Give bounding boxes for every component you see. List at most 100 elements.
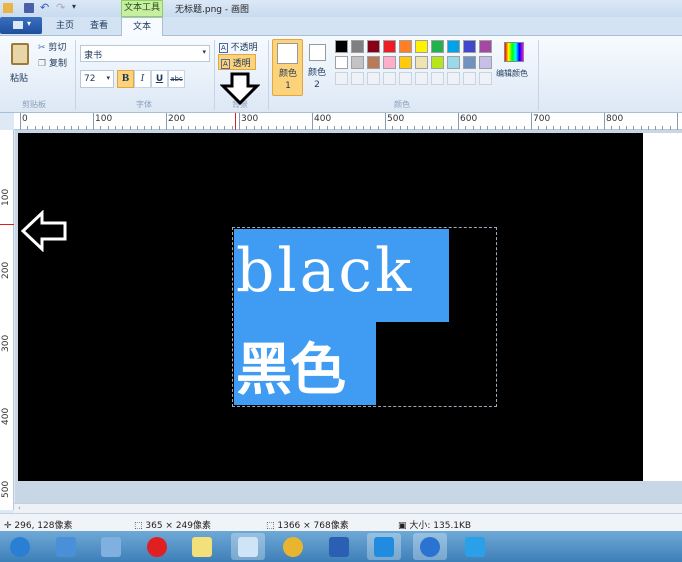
text-a-icon: A xyxy=(219,43,228,53)
color-swatch[interactable] xyxy=(415,40,428,53)
tab-view[interactable]: 查看 xyxy=(84,17,114,36)
color-swatch[interactable] xyxy=(335,40,348,53)
copy-icon: ❐ xyxy=(38,59,47,69)
ruler-label: 400 xyxy=(314,114,332,124)
paint-app-icon[interactable] xyxy=(3,3,13,13)
color-swatch[interactable] xyxy=(479,72,492,85)
color-swatch[interactable] xyxy=(431,56,444,69)
selection-size-value: 365 × 249像素 xyxy=(145,521,211,531)
font-size-select[interactable]: 72 ▾ xyxy=(80,70,114,88)
redo-icon[interactable]: ↷ xyxy=(56,1,65,14)
tab-home[interactable]: 主页 xyxy=(50,17,80,36)
color-swatch[interactable] xyxy=(463,40,476,53)
color-swatch[interactable] xyxy=(399,56,412,69)
color-swatch[interactable] xyxy=(463,56,476,69)
ruler-label: 600 xyxy=(460,114,478,124)
color-swatch[interactable] xyxy=(335,56,348,69)
paint-icon xyxy=(237,536,258,557)
color-swatch[interactable] xyxy=(431,40,444,53)
taskbar-paint-button[interactable] xyxy=(230,533,265,560)
ruler-cursor-marker xyxy=(235,113,236,130)
edit-colors-button[interactable]: 编辑颜色 xyxy=(496,40,536,84)
color-swatch[interactable] xyxy=(399,72,412,85)
color-swatch[interactable] xyxy=(479,56,492,69)
color-swatch[interactable] xyxy=(479,40,492,53)
underline-button[interactable]: U xyxy=(151,70,168,88)
paste-button[interactable]: 粘贴 xyxy=(8,41,34,85)
taskbar-start-button[interactable] xyxy=(3,533,37,560)
color-swatch[interactable] xyxy=(367,56,380,69)
tab-text[interactable]: 文本 xyxy=(121,17,163,37)
taskbar-desktop-button[interactable] xyxy=(49,533,83,560)
menu-icon xyxy=(13,21,23,29)
clipboard-icon xyxy=(11,43,29,65)
ruler-tick xyxy=(312,113,313,130)
taskbar xyxy=(0,531,682,562)
color-swatch[interactable] xyxy=(351,40,364,53)
file-menu-button[interactable]: ▾ xyxy=(0,17,42,34)
undo-icon[interactable]: ↶ xyxy=(40,1,49,14)
ruler-label: 100 xyxy=(1,188,11,206)
transparent-button[interactable]: A 透明 xyxy=(218,54,256,70)
copy-button[interactable]: ❐ 复制 xyxy=(38,56,67,69)
italic-button[interactable]: I xyxy=(134,70,151,88)
color-swatch[interactable] xyxy=(351,72,364,85)
scroll-left-icon[interactable]: ‹ xyxy=(18,504,21,512)
ruler-label: 300 xyxy=(241,114,259,124)
quick-access-dropdown-icon[interactable]: ▾ xyxy=(72,2,76,11)
ruler-label: 800 xyxy=(606,114,624,124)
color-swatch[interactable] xyxy=(367,40,380,53)
color-swatch[interactable] xyxy=(447,40,460,53)
cloud-icon xyxy=(374,536,394,557)
color-swatch[interactable] xyxy=(447,72,460,85)
taskbar-cloud-button[interactable] xyxy=(367,533,401,560)
taskbar-ie-button[interactable] xyxy=(458,533,492,560)
status-bar: ✛ 296, 128像素 ⬚ 365 × 249像素 ⬚ 1366 × 768像… xyxy=(0,513,682,531)
taskbar-xiangqi-button[interactable] xyxy=(140,533,174,560)
cut-button[interactable]: ✂ 剪切 xyxy=(38,40,66,53)
save-icon[interactable] xyxy=(24,3,34,13)
color-swatch[interactable] xyxy=(415,56,428,69)
taskbar-chrome-button[interactable] xyxy=(276,533,310,560)
color-swatch[interactable] xyxy=(383,40,396,53)
color-swatch[interactable] xyxy=(351,56,364,69)
font-family-select[interactable]: 隶书 ▾ xyxy=(80,45,210,62)
taskbar-sticky-notes-button[interactable] xyxy=(185,533,219,560)
opaque-button[interactable]: A 不透明 xyxy=(219,40,258,53)
taskbar-word-button[interactable] xyxy=(322,533,356,560)
vertical-ruler: 100 200 300 400 500 xyxy=(0,130,14,510)
taskbar-control-panel-button[interactable] xyxy=(94,533,128,560)
color-swatch[interactable] xyxy=(367,72,380,85)
font-size-value: 72 xyxy=(84,74,96,84)
color-swatch[interactable] xyxy=(383,72,396,85)
color-swatch[interactable] xyxy=(399,40,412,53)
rainbow-icon xyxy=(504,42,524,62)
taskbar-sogou-button[interactable] xyxy=(412,533,447,560)
color-swatch[interactable] xyxy=(463,72,476,85)
paste-label: 粘贴 xyxy=(10,74,29,84)
ruler-label: 700 xyxy=(533,114,551,124)
color-swatch[interactable] xyxy=(431,72,444,85)
left-arrow-icon xyxy=(20,210,67,252)
color2-button[interactable]: 颜色 2 xyxy=(306,39,330,96)
ruler-tick xyxy=(458,113,459,130)
start-icon xyxy=(10,536,30,557)
color-swatch[interactable] xyxy=(415,72,428,85)
strikethrough-button[interactable]: abc xyxy=(168,70,185,88)
color-swatch[interactable] xyxy=(335,72,348,85)
cursor-position: ✛ 296, 128像素 xyxy=(4,521,73,531)
edit-colors-label: 编辑颜色 xyxy=(496,69,528,78)
color1-button[interactable]: 颜色 1 xyxy=(272,39,303,96)
color-swatch[interactable] xyxy=(447,56,460,69)
color-swatch[interactable] xyxy=(383,56,396,69)
bold-button[interactable]: B xyxy=(117,70,134,88)
text-selection-box[interactable] xyxy=(232,227,497,407)
word-icon xyxy=(328,536,349,557)
cut-label: 剪切 xyxy=(48,43,67,53)
opaque-label: 不透明 xyxy=(230,43,258,53)
ruler-cursor-marker xyxy=(0,224,14,225)
horizontal-scrollbar[interactable]: ‹ xyxy=(14,503,682,513)
transparent-label: 透明 xyxy=(232,59,251,69)
ruler-label: 500 xyxy=(1,480,11,498)
ruler-label: 200 xyxy=(1,261,11,279)
